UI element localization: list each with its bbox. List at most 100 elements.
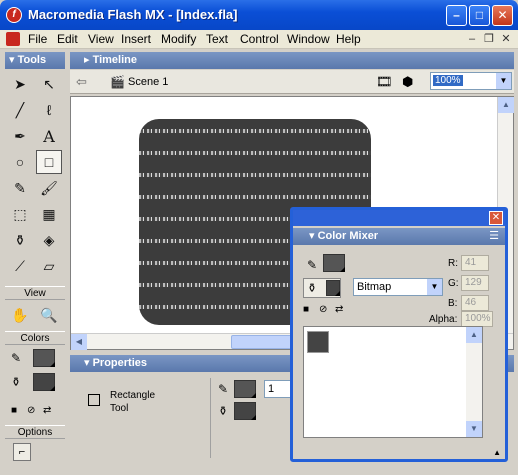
scene-bar: ⇦ 🎬 Scene 1 🎞 ⬢ 100% ▼ [70,70,514,94]
oval-tool-icon[interactable]: ○ [7,150,33,174]
bitmap-pattern-row [139,195,371,199]
fill-transform-tool-icon[interactable]: ▦ [36,202,62,226]
colors-section-label: Colors [5,331,65,345]
menu-control[interactable]: Control [240,32,279,46]
color-mixer-window: ✕ ▾ Color Mixer ☰ ✎ ⚱ Bitmap ▼ ■ ⊘ ⇄ R: … [290,207,508,462]
stroke-pencil-icon: ✎ [218,382,229,396]
round-rectangle-radius-icon[interactable]: ⌐ [13,443,31,461]
bitmap-pattern-row [139,129,371,133]
alpha-input[interactable]: 100% [461,311,493,327]
menu-window[interactable]: Window [287,32,330,46]
brush-tool-icon[interactable]: 🖌 [36,176,62,200]
mixer-no-color-icon[interactable]: ⊘ [319,304,327,315]
green-input[interactable]: 129 [461,275,489,291]
free-transform-tool-icon[interactable]: ⬚ [7,202,33,226]
mixer-default-colors-icon[interactable]: ■ [303,304,309,315]
pen-tool-icon[interactable]: ✒ [7,124,33,148]
eyedropper-tool-icon[interactable]: ⟋ [7,254,33,278]
scroll-up-icon[interactable]: ▲ [498,97,514,113]
properties-title: Properties [92,357,147,369]
stroke-color-icon: ✎ [11,351,22,365]
tool-grid: ➤ ↖ ╱ ℓ ✒ A ○ □ ✎ 🖌 ⬚ ▦ ⚱ ◈ ⟋ ▱ [5,69,65,282]
arrow-tool-icon[interactable]: ➤ [7,72,33,96]
chevron-down-icon[interactable]: ▼ [427,279,442,295]
window-title: Macromedia Flash MX - [Index.fla] [28,7,238,22]
tools-title: Tools [17,54,47,66]
pencil-tool-icon[interactable]: ✎ [7,176,33,200]
bitmap-pattern-row [139,173,371,177]
hand-tool-icon[interactable]: ✋ [7,303,33,327]
minimize-button[interactable]: – [446,5,467,26]
fill-color-swatch[interactable] [33,373,55,391]
bitmap-thumbnail[interactable] [307,331,329,353]
mixer-fill-swatch[interactable] [326,280,340,296]
chevron-down-icon[interactable]: ▼ [496,73,511,89]
menu-text[interactable]: Text [206,32,228,46]
properties-stroke-swatch[interactable] [234,380,256,398]
subselect-tool-icon[interactable]: ↖ [36,72,62,96]
no-color-icon[interactable]: ⊘ [27,405,35,416]
fill-color-icon: ⚱ [11,375,22,389]
mixer-title-strip[interactable]: ✕ [293,210,505,226]
menu-help[interactable]: Help [336,32,361,46]
tools-colors-area: ✎ ⚱ [5,345,65,403]
collapse-arrow-icon[interactable]: ▲ [493,448,501,457]
color-mixer-title: Color Mixer [317,230,379,242]
doc-restore-button[interactable]: ❐ [481,32,497,46]
scroll-left-icon[interactable]: ◀ [71,334,87,350]
menu-insert[interactable]: Insert [121,32,151,46]
color-mixer-header[interactable]: ▾ Color Mixer ☰ [293,228,505,245]
fill-style-select[interactable]: Bitmap ▼ [353,278,443,296]
mixer-fill-button[interactable]: ⚱ [303,278,341,298]
close-button[interactable]: ✕ [492,5,513,26]
blue-input[interactable]: 46 [461,295,489,311]
view-section-label: View [5,286,65,300]
rectangle-tool-icon[interactable]: □ [36,150,62,174]
bitmap-list-scrollbar[interactable]: ▲ ▼ [466,327,482,437]
doc-close-button[interactable]: ✕ [498,32,514,46]
red-input[interactable]: 41 [461,255,489,271]
eraser-tool-icon[interactable]: ▱ [36,254,62,278]
blue-label: B: [448,298,458,309]
text-tool-icon[interactable]: A [36,124,62,148]
edit-scene-icon[interactable]: 🎞 [376,74,393,90]
scene-icon: 🎬 [110,75,125,89]
mixer-swap-icon[interactable]: ⇄ [335,304,343,315]
ink-bottle-tool-icon[interactable]: ⚱ [7,228,33,252]
document-icon[interactable] [6,32,20,46]
bitmap-pattern-row [139,151,371,155]
maximize-button[interactable]: □ [469,5,490,26]
menu-modify[interactable]: Modify [161,32,196,46]
bitmap-list[interactable]: ▲ ▼ [303,326,483,438]
doc-minimize-button[interactable]: – [464,32,480,46]
tools-panel: ▾ Tools ➤ ↖ ╱ ℓ ✒ A ○ □ ✎ 🖌 ⬚ ▦ ⚱ ◈ ⟋ ▱ … [5,52,65,470]
paint-bucket-tool-icon[interactable]: ◈ [36,228,62,252]
zoom-select[interactable]: 100% ▼ [430,72,512,90]
zoom-value: 100% [433,75,463,86]
default-colors-icon[interactable]: ■ [11,405,17,416]
line-tool-icon[interactable]: ╱ [7,98,33,122]
lasso-tool-icon[interactable]: ℓ [36,98,62,122]
fill-style-value: Bitmap [357,281,392,293]
zoom-tool-icon[interactable]: 🔍 [36,303,62,327]
mixer-stroke-swatch[interactable] [323,254,345,272]
mixer-close-button[interactable]: ✕ [489,211,503,225]
swap-colors-icon[interactable]: ⇄ [43,405,51,416]
stroke-color-swatch[interactable] [33,349,55,367]
scroll-up-icon[interactable]: ▲ [466,327,482,343]
menu-file[interactable]: File [28,32,47,46]
tools-panel-header[interactable]: ▾ Tools [5,52,65,69]
view-tool-grid: ✋ 🔍 [5,300,65,331]
fill-bucket-icon: ⚱ [218,404,229,418]
options-menu-icon[interactable]: ☰ [489,228,499,245]
edit-symbols-icon[interactable]: ⬢ [402,74,413,90]
menu-view[interactable]: View [88,32,114,46]
scroll-down-icon[interactable]: ▼ [466,421,482,437]
timeline-header[interactable]: ▸ Timeline [70,52,514,69]
properties-divider [210,378,211,458]
scene-label: Scene 1 [128,76,169,88]
properties-fill-swatch[interactable] [234,402,256,420]
back-arrow-icon[interactable]: ⇦ [76,74,87,90]
menu-edit[interactable]: Edit [57,32,78,46]
flash-app-icon[interactable]: f [6,7,22,23]
